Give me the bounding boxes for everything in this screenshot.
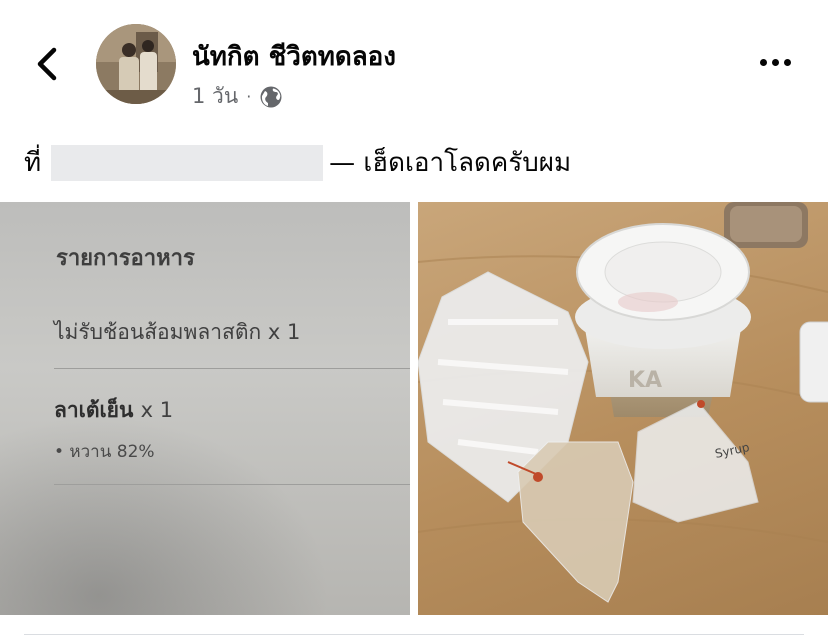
chevron-left-icon <box>37 47 57 81</box>
photo-shadow <box>0 415 330 615</box>
caption-prefix: ที่ <box>24 148 42 178</box>
redacted-location-tag <box>51 144 324 181</box>
back-button[interactable] <box>30 44 66 84</box>
photo-drink[interactable]: KA Syrup <box>418 202 828 615</box>
more-dots-icon <box>760 58 791 66</box>
post-divider <box>24 634 804 635</box>
post-timestamp[interactable]: 1 วัน <box>192 80 238 113</box>
receipt-item: ลาเต้เย็น x 1 <box>54 394 173 427</box>
photo-receipt[interactable]: รายการอาหาร ไม่รับช้อนส้อมพลาสติก x 1 ลา… <box>0 202 410 615</box>
receipt-item-qty: x 1 <box>140 398 174 422</box>
receipt-item-name: ลาเต้เย็น <box>54 398 134 422</box>
caption-text: — เฮ็ดเอาโลดครับผม <box>329 148 572 178</box>
meta-separator: · <box>246 87 252 106</box>
receipt-divider <box>54 484 410 485</box>
author-name[interactable]: นัทกิต ชีวิตทดลอง <box>192 36 396 77</box>
post-caption: ที่ — เฮ็ดเอาโลดครับผม <box>24 142 571 183</box>
avatar[interactable] <box>96 24 176 104</box>
receipt-divider <box>54 368 410 369</box>
post-meta: 1 วัน · <box>192 80 283 113</box>
receipt-title: รายการอาหาร <box>56 246 195 271</box>
svg-text:KA: KA <box>628 368 662 393</box>
receipt-item: ไม่รับช้อนส้อมพลาสติก x 1 <box>54 320 301 344</box>
more-options-button[interactable] <box>760 50 800 74</box>
receipt-item-option: • หวาน 82% <box>54 442 155 462</box>
globe-icon <box>260 86 282 107</box>
drink-photo-illustration: KA Syrup <box>418 202 828 603</box>
